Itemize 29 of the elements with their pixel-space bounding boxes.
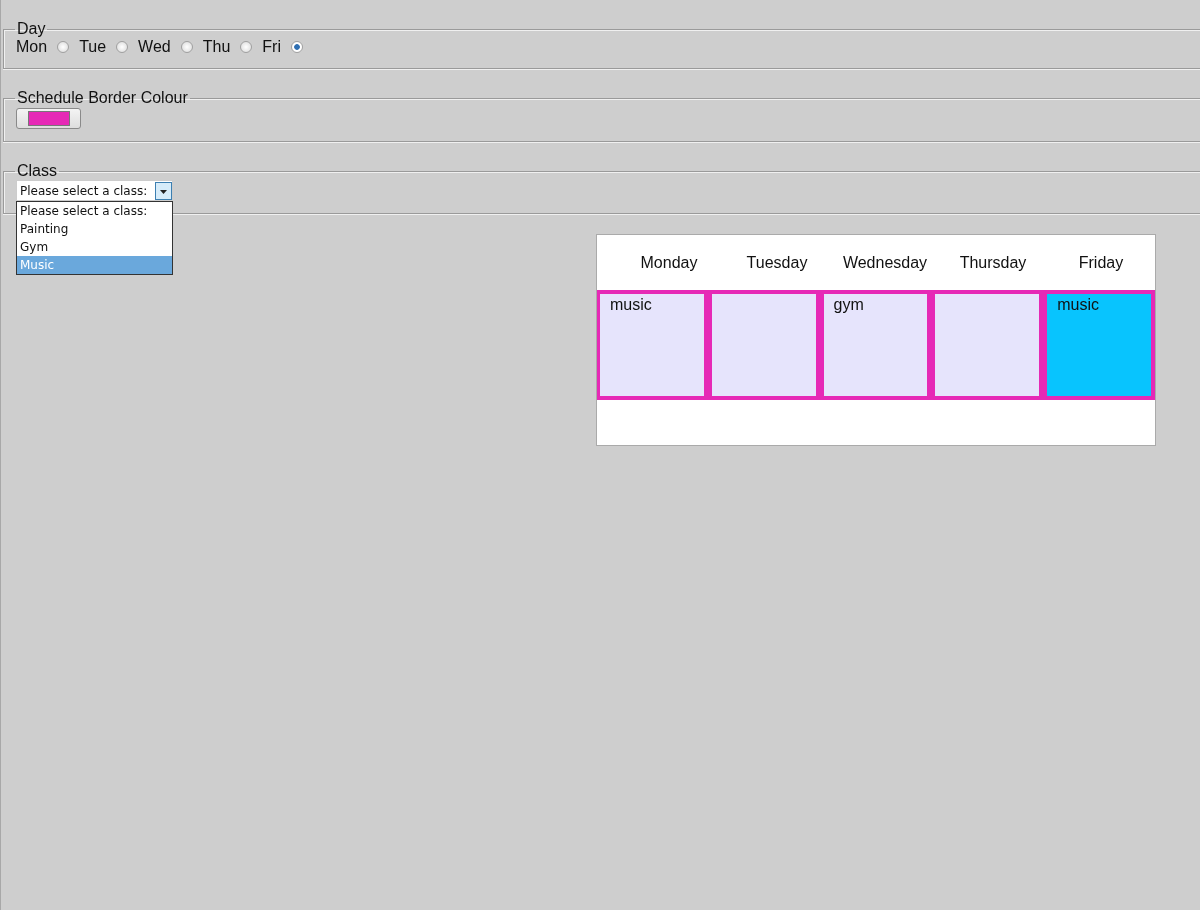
dropdown-option[interactable]: Painting [17, 220, 172, 238]
radio-label: Wed [138, 38, 171, 56]
caret-icon [155, 181, 172, 200]
day-heading: Wednesday [841, 253, 929, 272]
schedule-cell[interactable]: gym [821, 292, 930, 398]
schedule-cell[interactable] [933, 292, 1042, 398]
radio-button[interactable] [180, 41, 193, 53]
group-legend: Schedule Border Colour [15, 89, 190, 107]
day-heading: Monday [639, 253, 699, 272]
radio-label: Mon [16, 38, 48, 56]
class-dropdown[interactable]: Please select a class: [16, 180, 173, 201]
schedule-cell[interactable]: music [1045, 292, 1153, 398]
radio-label: Fri [262, 38, 281, 56]
group-legend: Class [15, 162, 59, 180]
dropdown-option[interactable]: Gym [17, 238, 172, 256]
group-legend: Day [15, 20, 48, 38]
dropdown-option[interactable]: Please select a class: [17, 202, 172, 220]
radio-button[interactable] [240, 41, 253, 53]
colour-picker-button[interactable] [16, 108, 81, 129]
radio-label: Tue [79, 38, 107, 56]
radio-button[interactable] [57, 41, 70, 53]
radio-button[interactable] [116, 41, 129, 53]
schedule-cell[interactable] [709, 292, 818, 398]
day-heading: Friday [1077, 253, 1125, 272]
radio-label: Thu [202, 38, 231, 56]
day-heading: Thursday [958, 253, 1028, 272]
radio-button[interactable] [290, 41, 303, 53]
schedule-cell[interactable]: music [598, 292, 706, 398]
day-heading: Tuesday [745, 253, 809, 272]
